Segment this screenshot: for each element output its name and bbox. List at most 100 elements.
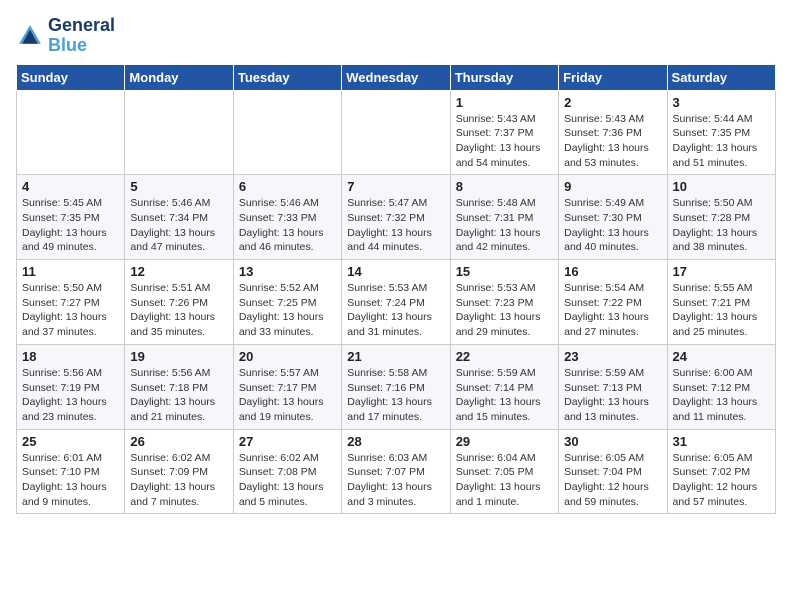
calendar-cell: 31Sunrise: 6:05 AM Sunset: 7:02 PM Dayli…	[667, 429, 775, 514]
day-info: Sunrise: 5:59 AM Sunset: 7:14 PM Dayligh…	[456, 366, 553, 425]
calendar-cell: 20 Sunrise: 5:57 AM Sunset: 7:17 PM Dayli…	[233, 344, 341, 429]
day-number: 4	[22, 179, 119, 194]
day-number: 12	[130, 264, 227, 279]
calendar-cell: 9Sunrise: 5:49 AM Sunset: 7:30 PM Daylig…	[559, 175, 667, 260]
calendar-cell: 28 Sunrise: 6:03 AM Sunset: 7:07 PM Dayli…	[342, 429, 450, 514]
day-info: Sunrise: 5:58 AM Sunset: 7:16 PM Dayligh…	[347, 366, 444, 425]
calendar-body: 1 Sunrise: 5:43 AM Sunset: 7:37 PM Daylig…	[17, 90, 776, 514]
day-info: Sunrise: 6:02 AM Sunset: 7:08 PM Dayligh…	[239, 451, 336, 510]
day-number: 8	[456, 179, 553, 194]
calendar-cell: 30Sunrise: 6:05 AM Sunset: 7:04 PM Dayli…	[559, 429, 667, 514]
logo-text: General Blue	[48, 16, 115, 56]
calendar-cell: 26Sunrise: 6:02 AM Sunset: 7:09 PM Dayli…	[125, 429, 233, 514]
day-number: 10	[673, 179, 770, 194]
logo: General Blue	[16, 16, 115, 56]
calendar-cell: 14 Sunrise: 5:53 AM Sunset: 7:24 PM Dayli…	[342, 260, 450, 345]
day-info: Sunrise: 5:47 AM Sunset: 7:32 PM Dayligh…	[347, 196, 444, 255]
calendar-header-row: SundayMondayTuesdayWednesdayThursdayFrid…	[17, 64, 776, 90]
day-number: 1	[456, 95, 553, 110]
calendar-cell	[125, 90, 233, 175]
calendar-cell: 22 Sunrise: 5:59 AM Sunset: 7:14 PM Dayli…	[450, 344, 558, 429]
day-info: Sunrise: 5:51 AM Sunset: 7:26 PM Dayligh…	[130, 281, 227, 340]
day-number: 15	[456, 264, 553, 279]
day-info: Sunrise: 6:04 AM Sunset: 7:05 PM Dayligh…	[456, 451, 553, 510]
calendar-cell: 23 Sunrise: 5:59 AM Sunset: 7:13 PM Dayli…	[559, 344, 667, 429]
day-info: Sunrise: 6:01 AM Sunset: 7:10 PM Dayligh…	[22, 451, 119, 510]
day-number: 29	[456, 434, 553, 449]
calendar-cell: 13 Sunrise: 5:52 AM Sunset: 7:25 PM Dayli…	[233, 260, 341, 345]
day-info: Sunrise: 5:43 AM Sunset: 7:36 PM Dayligh…	[564, 112, 661, 171]
calendar-table: SundayMondayTuesdayWednesdayThursdayFrid…	[16, 64, 776, 515]
day-number: 18	[22, 349, 119, 364]
day-info: Sunrise: 5:53 AM Sunset: 7:23 PM Dayligh…	[456, 281, 553, 340]
calendar-cell: 25 Sunrise: 6:01 AM Sunset: 7:10 PM Dayli…	[17, 429, 125, 514]
day-info: Sunrise: 5:56 AM Sunset: 7:19 PM Dayligh…	[22, 366, 119, 425]
day-info: Sunrise: 5:43 AM Sunset: 7:37 PM Dayligh…	[456, 112, 553, 171]
calendar-cell: 4 Sunrise: 5:45 AM Sunset: 7:35 PM Daylig…	[17, 175, 125, 260]
day-number: 22	[456, 349, 553, 364]
calendar-day-header: Tuesday	[233, 64, 341, 90]
day-number: 21	[347, 349, 444, 364]
calendar-day-header: Thursday	[450, 64, 558, 90]
calendar-cell: 24 Sunrise: 6:00 AM Sunset: 7:12 PM Dayli…	[667, 344, 775, 429]
day-info: Sunrise: 5:59 AM Sunset: 7:13 PM Dayligh…	[564, 366, 661, 425]
calendar-cell: 11 Sunrise: 5:50 AM Sunset: 7:27 PM Dayli…	[17, 260, 125, 345]
calendar-week-row: 25 Sunrise: 6:01 AM Sunset: 7:10 PM Dayli…	[17, 429, 776, 514]
day-number: 23	[564, 349, 661, 364]
day-info: Sunrise: 5:46 AM Sunset: 7:34 PM Dayligh…	[130, 196, 227, 255]
calendar-day-header: Sunday	[17, 64, 125, 90]
day-number: 6	[239, 179, 336, 194]
calendar-cell: 6Sunrise: 5:46 AM Sunset: 7:33 PM Daylig…	[233, 175, 341, 260]
day-info: Sunrise: 5:48 AM Sunset: 7:31 PM Dayligh…	[456, 196, 553, 255]
calendar-week-row: 4 Sunrise: 5:45 AM Sunset: 7:35 PM Daylig…	[17, 175, 776, 260]
day-number: 20	[239, 349, 336, 364]
day-info: Sunrise: 5:52 AM Sunset: 7:25 PM Dayligh…	[239, 281, 336, 340]
calendar-cell: 5 Sunrise: 5:46 AM Sunset: 7:34 PM Daylig…	[125, 175, 233, 260]
day-number: 3	[673, 95, 770, 110]
day-info: Sunrise: 5:54 AM Sunset: 7:22 PM Dayligh…	[564, 281, 661, 340]
calendar-cell: 17Sunrise: 5:55 AM Sunset: 7:21 PM Dayli…	[667, 260, 775, 345]
day-number: 7	[347, 179, 444, 194]
day-number: 26	[130, 434, 227, 449]
day-number: 25	[22, 434, 119, 449]
day-number: 16	[564, 264, 661, 279]
calendar-week-row: 18 Sunrise: 5:56 AM Sunset: 7:19 PM Dayli…	[17, 344, 776, 429]
calendar-day-header: Friday	[559, 64, 667, 90]
day-number: 13	[239, 264, 336, 279]
day-info: Sunrise: 5:53 AM Sunset: 7:24 PM Dayligh…	[347, 281, 444, 340]
calendar-cell: 3 Sunrise: 5:44 AM Sunset: 7:35 PM Daylig…	[667, 90, 775, 175]
day-info: Sunrise: 5:45 AM Sunset: 7:35 PM Dayligh…	[22, 196, 119, 255]
calendar-day-header: Saturday	[667, 64, 775, 90]
day-number: 28	[347, 434, 444, 449]
day-number: 19	[130, 349, 227, 364]
calendar-day-header: Monday	[125, 64, 233, 90]
day-info: Sunrise: 5:56 AM Sunset: 7:18 PM Dayligh…	[130, 366, 227, 425]
day-info: Sunrise: 5:57 AM Sunset: 7:17 PM Dayligh…	[239, 366, 336, 425]
day-info: Sunrise: 6:03 AM Sunset: 7:07 PM Dayligh…	[347, 451, 444, 510]
day-info: Sunrise: 5:44 AM Sunset: 7:35 PM Dayligh…	[673, 112, 770, 171]
calendar-cell: 29 Sunrise: 6:04 AM Sunset: 7:05 PM Dayli…	[450, 429, 558, 514]
calendar-day-header: Wednesday	[342, 64, 450, 90]
day-number: 5	[130, 179, 227, 194]
day-info: Sunrise: 6:05 AM Sunset: 7:04 PM Dayligh…	[564, 451, 661, 510]
calendar-cell: 1 Sunrise: 5:43 AM Sunset: 7:37 PM Daylig…	[450, 90, 558, 175]
day-info: Sunrise: 6:00 AM Sunset: 7:12 PM Dayligh…	[673, 366, 770, 425]
calendar-cell: 16 Sunrise: 5:54 AM Sunset: 7:22 PM Dayli…	[559, 260, 667, 345]
calendar-cell: 7 Sunrise: 5:47 AM Sunset: 7:32 PM Daylig…	[342, 175, 450, 260]
day-number: 11	[22, 264, 119, 279]
day-number: 24	[673, 349, 770, 364]
calendar-cell: 10 Sunrise: 5:50 AM Sunset: 7:28 PM Dayli…	[667, 175, 775, 260]
day-number: 9	[564, 179, 661, 194]
calendar-cell: 19 Sunrise: 5:56 AM Sunset: 7:18 PM Dayli…	[125, 344, 233, 429]
logo-icon	[16, 22, 44, 50]
day-info: Sunrise: 5:55 AM Sunset: 7:21 PM Dayligh…	[673, 281, 770, 340]
day-info: Sunrise: 5:50 AM Sunset: 7:28 PM Dayligh…	[673, 196, 770, 255]
day-info: Sunrise: 5:50 AM Sunset: 7:27 PM Dayligh…	[22, 281, 119, 340]
day-number: 14	[347, 264, 444, 279]
calendar-cell: 12 Sunrise: 5:51 AM Sunset: 7:26 PM Dayli…	[125, 260, 233, 345]
calendar-week-row: 11 Sunrise: 5:50 AM Sunset: 7:27 PM Dayli…	[17, 260, 776, 345]
day-number: 2	[564, 95, 661, 110]
calendar-cell	[342, 90, 450, 175]
day-info: Sunrise: 6:05 AM Sunset: 7:02 PM Dayligh…	[673, 451, 770, 510]
calendar-cell: 15 Sunrise: 5:53 AM Sunset: 7:23 PM Dayli…	[450, 260, 558, 345]
